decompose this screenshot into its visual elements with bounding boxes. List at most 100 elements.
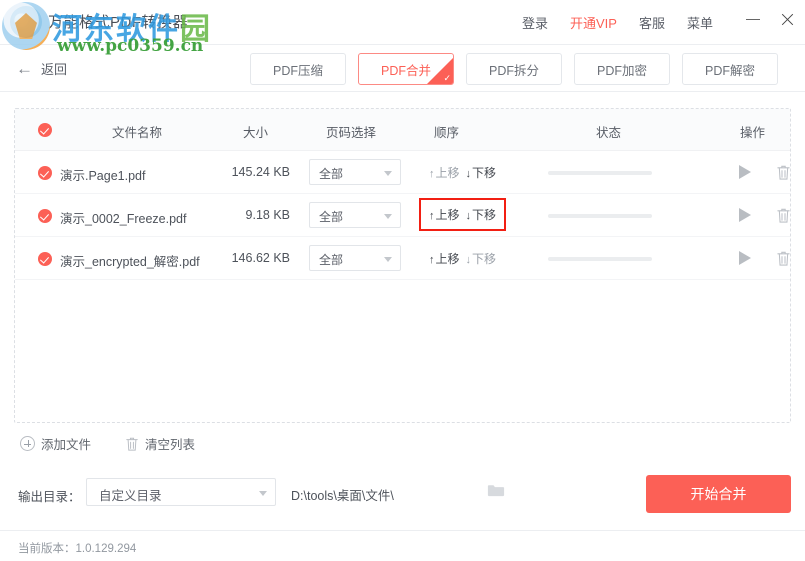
footer: 当前版本：1.0.129.294 (0, 530, 805, 561)
trash-icon[interactable] (776, 250, 791, 267)
check-circle-icon (38, 252, 52, 266)
row-checkbox[interactable] (38, 166, 52, 185)
move-down-button[interactable]: ↓下移 (466, 250, 497, 267)
arrow-up-icon: ↑ (429, 253, 435, 266)
check-icon: ✓ (443, 73, 451, 83)
table-row[interactable]: 演示_0002_Freeze.pdf 9.18 KB 全部 ↑上移 ↓下移 (15, 194, 790, 237)
status-progress-bar (548, 257, 652, 261)
arrow-left-icon: ← (16, 59, 33, 78)
list-actions: 添加文件 清空列表 (20, 434, 195, 453)
file-name: 演示_encrypted_解密.pdf (60, 255, 200, 269)
plus-circle-icon (20, 436, 35, 451)
app-logo-icon (10, 6, 42, 38)
file-size: 9.18 KB (245, 208, 290, 222)
page-range-value: 全部 (319, 210, 344, 224)
move-up-button[interactable]: ↑上移 (429, 250, 460, 267)
page-range-value: 全部 (319, 253, 344, 267)
tab-label: PDF合并 (380, 63, 431, 78)
play-icon[interactable] (739, 251, 751, 265)
column-header-order: 顺序 (434, 126, 460, 140)
header-item-vip[interactable]: 开通VIP (570, 13, 617, 32)
chevron-down-icon (384, 257, 392, 262)
move-down-label: 下移 (472, 208, 497, 222)
row-checkbox[interactable] (38, 252, 52, 271)
back-button-label: 返回 (41, 62, 68, 77)
tab-pdf-encrypt[interactable]: PDF加密 (574, 53, 670, 85)
column-header-pages: 页码选择 (326, 126, 377, 140)
app-title: 万能格式PDF转换器 (48, 14, 189, 31)
check-circle-icon (38, 123, 52, 137)
close-icon[interactable] (779, 11, 795, 27)
move-down-label: 下移 (472, 165, 497, 180)
folder-icon[interactable] (487, 483, 505, 498)
row-order-controls-highlighted: ↑上移 ↓下移 (419, 198, 507, 231)
header-menu: 登录 开通VIP 客服 菜单 (522, 13, 713, 32)
chevron-down-icon (259, 491, 267, 496)
add-files-button[interactable]: 添加文件 (20, 434, 91, 453)
column-header-name: 文件名称 (112, 126, 163, 140)
move-down-label: 下移 (472, 251, 497, 266)
start-merge-button[interactable]: 开始合并 (646, 475, 791, 513)
page-range-value: 全部 (319, 167, 344, 181)
version-text: 当前版本：1.0.129.294 (18, 543, 137, 555)
start-merge-label: 开始合并 (690, 486, 747, 502)
tab-pdf-decrypt[interactable]: PDF解密 (682, 53, 778, 85)
file-size: 146.62 KB (231, 251, 290, 265)
move-up-label: 上移 (435, 251, 460, 266)
move-up-button[interactable]: ↑上移 (429, 164, 460, 181)
status-progress-bar (548, 214, 652, 218)
output-mode-select[interactable]: 自定义目录 (86, 478, 276, 506)
header-item-login[interactable]: 登录 (522, 13, 548, 32)
arrow-up-icon: ↑ (429, 167, 435, 180)
chevron-down-icon (384, 214, 392, 219)
page-range-select[interactable]: 全部 (309, 202, 401, 228)
column-header-status: 状态 (596, 126, 622, 140)
row-checkbox[interactable] (38, 209, 52, 228)
page-range-select[interactable]: 全部 (309, 159, 401, 185)
row-order-controls: ↑上移 ↓下移 (423, 245, 502, 271)
clear-list-button[interactable]: 清空列表 (125, 434, 195, 453)
move-down-button[interactable]: ↓下移 (466, 206, 497, 223)
arrow-up-icon: ↑ (429, 210, 435, 222)
play-icon[interactable] (739, 165, 751, 179)
tab-label: PDF加密 (596, 63, 647, 78)
chevron-down-icon (384, 171, 392, 176)
title-bar: 万能格式PDF转换器 登录 开通VIP 客服 菜单 (0, 0, 805, 45)
column-header-actions: 操作 (740, 126, 766, 140)
output-dir-label: 输出目录： (18, 490, 81, 504)
tab-label: PDF解密 (704, 63, 755, 78)
minimize-icon[interactable] (745, 11, 761, 27)
output-mode-value: 自定义目录 (99, 489, 162, 503)
tab-pdf-compress[interactable]: PDF压缩 (250, 53, 346, 85)
arrow-down-icon: ↓ (465, 253, 472, 266)
tab-label: PDF拆分 (488, 63, 539, 78)
tab-pdf-merge[interactable]: PDF合并 ✓ (358, 53, 454, 85)
move-down-button[interactable]: ↓下移 (466, 164, 497, 181)
check-circle-icon (38, 209, 52, 223)
trash-icon[interactable] (776, 164, 791, 181)
page-range-select[interactable]: 全部 (309, 245, 401, 271)
toolbar: ← 返回 PDF压缩 PDF合并 ✓ PDF拆分 PDF加密 PDF解密 (0, 46, 805, 92)
tool-tabs: PDF压缩 PDF合并 ✓ PDF拆分 PDF加密 PDF解密 (250, 53, 778, 85)
file-list-header: 文件名称 大小 页码选择 顺序 状态 操作 (15, 109, 790, 151)
file-name: 演示_0002_Freeze.pdf (60, 212, 187, 226)
header-item-support[interactable]: 客服 (639, 13, 665, 32)
window-controls (745, 11, 795, 27)
clear-list-label: 清空列表 (145, 438, 196, 452)
output-path-text: D:\tools\桌面\文件\ (291, 489, 394, 503)
select-all-checkbox[interactable] (38, 123, 52, 142)
tab-pdf-split[interactable]: PDF拆分 (466, 53, 562, 85)
tab-label: PDF压缩 (272, 63, 323, 78)
output-settings: 输出目录： 自定义目录 D:\tools\桌面\文件\ 开始合并 (0, 470, 805, 520)
trash-icon[interactable] (776, 207, 791, 224)
back-button[interactable]: ← 返回 (16, 59, 67, 78)
table-row[interactable]: 演示.Page1.pdf 145.24 KB 全部 ↑上移 ↓下移 (15, 151, 790, 194)
play-icon[interactable] (739, 208, 751, 222)
move-up-label: 上移 (435, 208, 460, 222)
file-name: 演示.Page1.pdf (60, 169, 146, 183)
move-up-button[interactable]: ↑上移 (429, 206, 460, 223)
move-up-label: 上移 (435, 165, 460, 180)
table-row[interactable]: 演示_encrypted_解密.pdf 146.62 KB 全部 ↑上移 ↓下移 (15, 237, 790, 280)
application-window: 万能格式PDF转换器 登录 开通VIP 客服 菜单 ← 返回 PDF压缩 PDF… (0, 0, 805, 561)
header-item-menu[interactable]: 菜单 (687, 13, 713, 32)
